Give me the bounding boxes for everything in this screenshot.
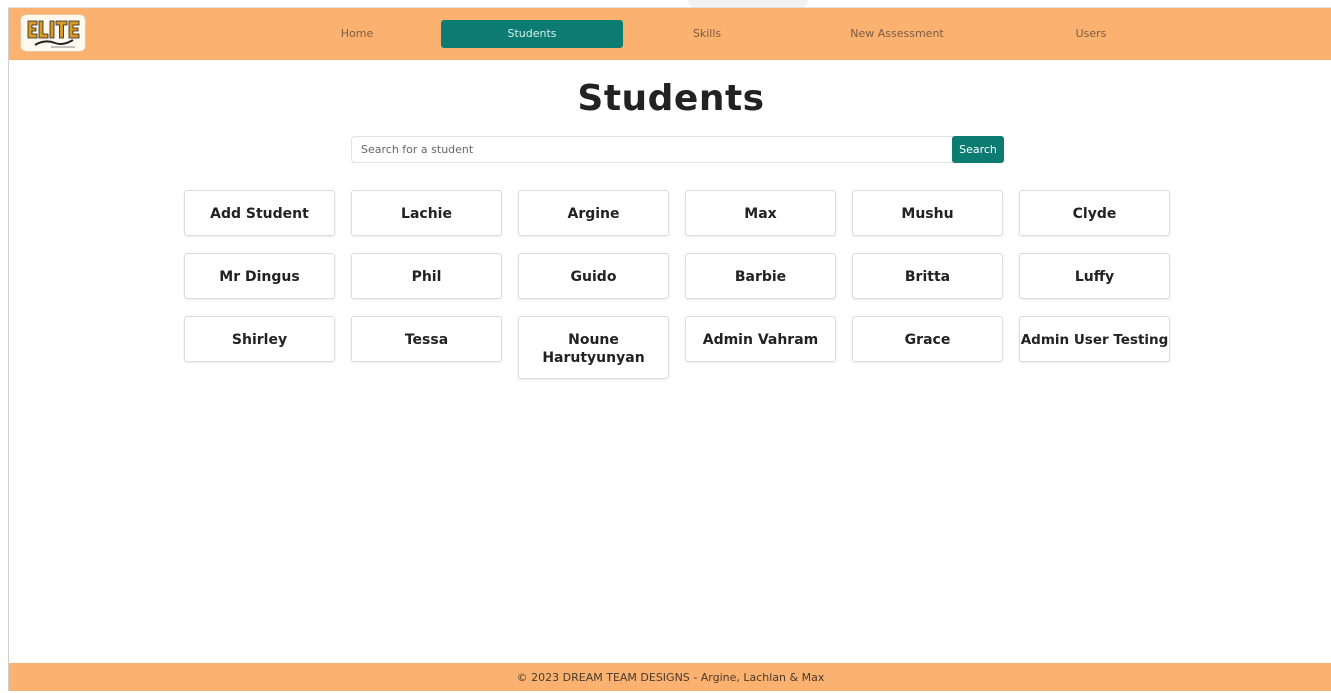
top-decoration bbox=[688, 0, 808, 7]
nav-new-assessment[interactable]: New Assessment bbox=[841, 20, 953, 48]
page-title: Students bbox=[577, 78, 765, 119]
student-card[interactable]: Max bbox=[685, 190, 836, 236]
student-card[interactable]: Tessa bbox=[351, 316, 502, 362]
search-button[interactable]: Search bbox=[952, 136, 1004, 163]
student-card[interactable]: Grace bbox=[852, 316, 1003, 362]
student-card[interactable]: Admin Vahram bbox=[685, 316, 836, 362]
student-card[interactable]: Shirley bbox=[184, 316, 335, 362]
student-card[interactable]: Luffy bbox=[1019, 253, 1170, 299]
student-search-input[interactable] bbox=[351, 136, 953, 163]
student-card[interactable]: Barbie bbox=[685, 253, 836, 299]
elite-all-stars-logo[interactable] bbox=[20, 14, 86, 52]
student-card[interactable]: Argine bbox=[518, 190, 669, 236]
add-student-button[interactable]: Add Student bbox=[184, 190, 335, 236]
student-card[interactable]: Clyde bbox=[1019, 190, 1170, 236]
nav-home[interactable]: Home bbox=[327, 20, 387, 48]
student-card[interactable]: Mr Dingus bbox=[184, 253, 335, 299]
student-card[interactable]: Admin User Testing bbox=[1019, 316, 1170, 362]
student-card[interactable]: Britta bbox=[852, 253, 1003, 299]
student-card[interactable]: Mushu bbox=[852, 190, 1003, 236]
nav-skills[interactable]: Skills bbox=[677, 20, 737, 48]
student-card[interactable]: Phil bbox=[351, 253, 502, 299]
nav-users[interactable]: Users bbox=[1061, 20, 1121, 48]
student-card[interactable]: Noune Harutyunyan bbox=[518, 316, 669, 379]
nav-students[interactable]: Students bbox=[441, 20, 623, 48]
navbar: Home Students Skills New Assessment User… bbox=[9, 8, 1331, 60]
footer-copyright: © 2023 DREAM TEAM DESIGNS - Argine, Lach… bbox=[516, 671, 825, 684]
student-card[interactable]: Guido bbox=[518, 253, 669, 299]
footer: © 2023 DREAM TEAM DESIGNS - Argine, Lach… bbox=[9, 663, 1331, 691]
student-card[interactable]: Lachie bbox=[351, 190, 502, 236]
logo-graphic-icon bbox=[24, 18, 84, 50]
app-frame: Home Students Skills New Assessment User… bbox=[8, 7, 1331, 691]
